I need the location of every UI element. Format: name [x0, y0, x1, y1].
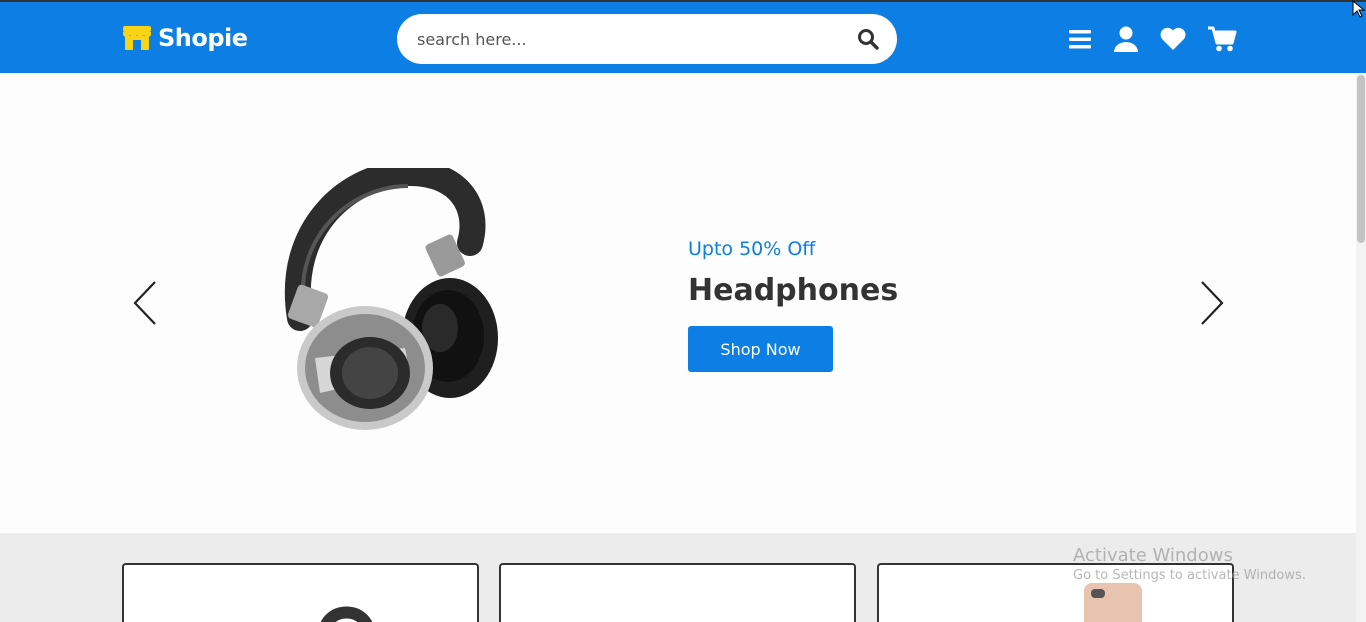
logo-text: Shopie: [158, 24, 248, 52]
product-image: [321, 606, 372, 622]
product-card[interactable]: [499, 563, 856, 622]
chevron-right-icon[interactable]: [1196, 280, 1226, 326]
cart-icon[interactable]: [1207, 25, 1237, 53]
search-bar: [397, 14, 897, 64]
watermark-subtitle: Go to Settings to activate Windows.: [1073, 568, 1306, 583]
header-icons: [1067, 25, 1237, 53]
headphones-image: [284, 168, 498, 430]
logo[interactable]: Shopie: [122, 24, 248, 52]
search-input[interactable]: [417, 27, 837, 51]
scrollbar-thumb[interactable]: [1357, 75, 1365, 243]
hero-subtitle: Upto 50% Off: [688, 238, 816, 260]
store-icon: [123, 26, 151, 50]
windows-activation-watermark: Activate Windows Go to Settings to activ…: [1073, 545, 1306, 583]
watermark-title: Activate Windows: [1073, 545, 1233, 566]
product-card[interactable]: [122, 563, 479, 622]
menu-icon[interactable]: [1067, 25, 1093, 53]
shop-now-button[interactable]: Shop Now: [688, 326, 833, 372]
heart-icon[interactable]: [1159, 25, 1187, 53]
mouse-cursor-icon: [1352, 0, 1366, 18]
site-header: Shopie: [0, 0, 1366, 73]
hero-title: Headphones: [688, 273, 899, 308]
chevron-left-icon[interactable]: [131, 280, 161, 326]
search-icon[interactable]: [857, 28, 879, 50]
user-icon[interactable]: [1113, 25, 1139, 53]
hero-slider: Upto 50% Off Headphones Shop Now: [0, 73, 1356, 533]
